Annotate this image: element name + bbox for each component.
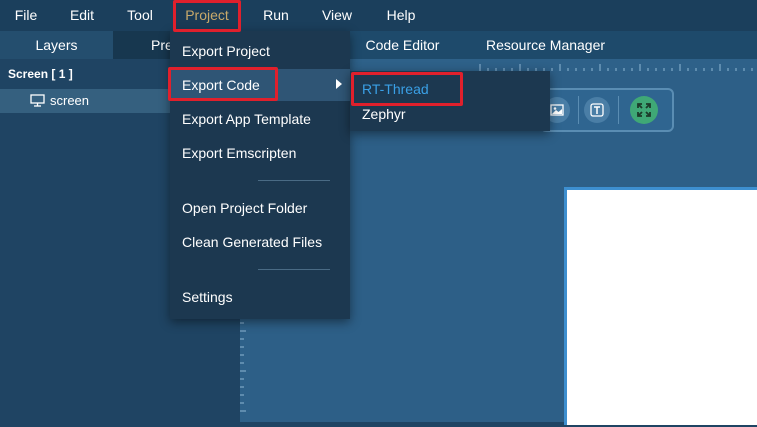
menu-item-label: Open Project Folder: [182, 200, 308, 216]
screen-preview[interactable]: [564, 187, 757, 425]
text-icon: [590, 103, 604, 117]
menu-run[interactable]: Run: [255, 0, 297, 31]
menu-tool[interactable]: Tool: [120, 0, 160, 31]
layer-item-label: screen: [50, 93, 90, 108]
menu-item-label: Export App Template: [182, 111, 311, 127]
expand-icon: [637, 103, 651, 117]
toolbar-separator: [618, 96, 619, 124]
menu-view[interactable]: View: [316, 0, 358, 31]
menu-item-clean-generated-files[interactable]: Clean Generated Files: [170, 234, 350, 258]
submenu-item-label: Zephyr: [362, 106, 406, 122]
text-widget-button[interactable]: [584, 97, 610, 123]
menu-item-label: Export Project: [182, 43, 270, 59]
menu-item-export-project[interactable]: Export Project: [170, 43, 350, 67]
fullscreen-button[interactable]: [630, 96, 658, 124]
submenu-arrow-icon: [336, 79, 342, 89]
monitor-icon: [30, 94, 45, 112]
menu-item-open-project-folder[interactable]: Open Project Folder: [170, 200, 350, 224]
tab-preview[interactable]: Pre: [113, 31, 173, 59]
menu-item-settings[interactable]: Settings: [170, 289, 350, 313]
menu-separator: [258, 180, 330, 181]
menu-file[interactable]: File: [8, 0, 44, 31]
toolbar-separator: [578, 96, 579, 124]
tab-bar: Layers Pre Code Editor Resource Manager: [0, 31, 757, 59]
menu-item-export-app-template[interactable]: Export App Template: [170, 111, 350, 135]
tab-code-editor[interactable]: Code Editor: [350, 31, 455, 59]
menu-bar: File Edit Tool Project Run View Help: [0, 0, 757, 31]
menu-project[interactable]: Project: [174, 0, 240, 31]
image-icon: [550, 104, 564, 116]
menu-separator: [258, 269, 330, 270]
submenu-item-label: RT-Thread: [362, 81, 429, 97]
project-menu: Export Project Export Code Export App Te…: [170, 31, 350, 319]
screen-group-header[interactable]: Screen [ 1 ]: [8, 67, 73, 81]
submenu-item-zephyr[interactable]: Zephyr: [350, 106, 550, 128]
menu-item-export-emscripten[interactable]: Export Emscripten: [170, 145, 350, 169]
menu-help[interactable]: Help: [380, 0, 422, 31]
tab-layers[interactable]: Layers: [0, 31, 113, 59]
menu-item-label: Clean Generated Files: [182, 234, 323, 250]
menu-item-label: Settings: [182, 289, 233, 305]
menu-item-label: Export Code: [182, 77, 260, 93]
menu-item-export-code[interactable]: Export Code: [170, 69, 350, 101]
canvas-toolbar: [540, 88, 674, 132]
menu-item-label: Export Emscripten: [182, 145, 297, 161]
export-code-submenu: RT-Thread Zephyr: [350, 71, 550, 131]
submenu-item-rt-thread[interactable]: RT-Thread: [350, 81, 550, 103]
tab-resource-manager[interactable]: Resource Manager: [478, 31, 613, 59]
menu-edit[interactable]: Edit: [64, 0, 100, 31]
